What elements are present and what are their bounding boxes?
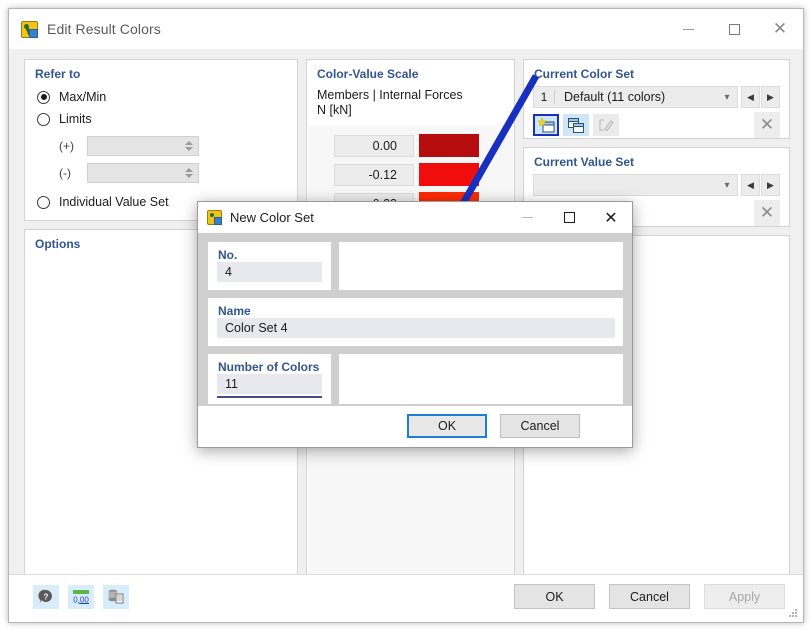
ok-button[interactable]: OK	[514, 584, 595, 609]
color-set-name: Default (11 colors)	[564, 90, 666, 104]
refer-to-panel: Refer to Max/Min Limits (+) (-) Individu…	[24, 59, 298, 221]
scale-color-swatch-0[interactable]	[419, 134, 479, 157]
dialog-name-label: Name	[218, 304, 251, 318]
dialog-no-group: No. 4	[207, 241, 332, 291]
limit-positive-input[interactable]	[87, 136, 199, 156]
dialog-title-bar: New Color Set ✕	[198, 202, 632, 233]
dialog-no-description-field[interactable]	[338, 241, 624, 291]
resize-grip[interactable]	[788, 608, 798, 618]
refer-to-title: Refer to	[35, 67, 81, 81]
dialog-body: No. 4 Name Color Set 4 Number of Colors …	[198, 233, 632, 406]
dialog-minimize-button[interactable]	[506, 202, 548, 233]
apply-button: Apply	[704, 584, 785, 609]
scale-value-input-1[interactable]: -0.12	[334, 163, 414, 186]
scale-value-input-0[interactable]: 0.00	[334, 134, 414, 157]
radio-limits-label: Limits	[59, 112, 92, 126]
dialog-no-input[interactable]: 4	[217, 262, 322, 282]
help-icon[interactable]: ?	[33, 585, 59, 609]
value-set-next-button[interactable]: ▶	[761, 174, 780, 196]
limit-negative-input[interactable]	[87, 163, 199, 183]
value-set-prev-button[interactable]: ◀	[741, 174, 760, 196]
app-icon	[207, 210, 222, 225]
scale-row: 0.00	[334, 134, 479, 157]
dialog-ok-button[interactable]: OK	[407, 414, 487, 438]
dialog-footer: OK Cancel	[198, 406, 632, 447]
window-title-bar: Edit Result Colors ✕	[9, 9, 803, 49]
dialog-name-input[interactable]: Color Set 4	[217, 318, 615, 338]
close-icon: ✕	[759, 115, 775, 134]
dialog-number-of-colors-underline	[217, 396, 322, 398]
dialog-name-group: Name Color Set 4	[207, 297, 624, 347]
radio-limits-icon	[37, 112, 50, 126]
radio-max-min-icon	[37, 90, 50, 104]
bottom-bar: ? 0,00 OK Cancel Apply	[9, 574, 803, 622]
current-value-set-title: Current Value Set	[534, 155, 635, 169]
cancel-button[interactable]: Cancel	[609, 584, 690, 609]
delete-color-set-button[interactable]: ✕	[754, 112, 780, 138]
minimize-icon	[521, 217, 533, 218]
dialog-number-of-colors-input[interactable]: 11	[217, 374, 322, 394]
svg-text:?: ?	[44, 593, 49, 602]
new-color-set-dialog: New Color Set ✕ No. 4 Name Color Set 4 N…	[197, 201, 633, 448]
database-copy-icon[interactable]	[103, 585, 129, 609]
current-color-set-title: Current Color Set	[534, 67, 635, 81]
scale-subtitle-line2: N [kN]	[317, 103, 352, 117]
color-set-number: 1	[540, 90, 548, 104]
units-icon[interactable]: 0,00	[68, 585, 94, 609]
maximize-icon	[563, 212, 575, 223]
dialog-maximize-button[interactable]	[548, 202, 590, 233]
maximize-icon	[728, 23, 740, 35]
close-icon: ✕	[772, 18, 788, 39]
limit-negative-row: (-)	[59, 163, 199, 183]
window-controls: ✕	[665, 9, 803, 49]
edit-color-set-icon	[593, 114, 619, 136]
dialog-no-label: No.	[218, 248, 238, 262]
dialog-number-of-colors-group: Number of Colors 11	[207, 353, 332, 405]
color-value-scale-title: Color-Value Scale	[317, 67, 419, 81]
dialog-title: New Color Set	[230, 210, 314, 225]
limit-positive-row: (+)	[59, 136, 199, 156]
dialog-number-of-colors-label: Number of Colors	[218, 360, 320, 374]
close-button[interactable]: ✕	[757, 9, 803, 49]
scale-subtitle-line1: Members | Internal Forces	[317, 88, 463, 102]
limit-negative-label: (-)	[59, 166, 71, 180]
chevron-down-icon[interactable]: ▾	[717, 92, 737, 103]
app-icon	[20, 20, 38, 38]
chevron-down-icon[interactable]: ▾	[717, 180, 737, 191]
options-title: Options	[35, 237, 81, 251]
radio-max-min[interactable]: Max/Min	[37, 90, 106, 104]
current-color-set-panel: Current Color Set 1 Default (11 colors) …	[523, 59, 790, 139]
copy-color-set-icon[interactable]	[563, 114, 589, 136]
dialog-close-button[interactable]: ✕	[590, 202, 632, 233]
color-set-next-button[interactable]: ▶	[761, 86, 780, 108]
new-color-set-icon[interactable]	[533, 114, 559, 136]
close-icon: ✕	[604, 208, 618, 227]
scale-row: -0.12	[334, 163, 479, 186]
radio-individual-value-set-label: Individual Value Set	[59, 195, 169, 209]
limit-positive-label: (+)	[59, 139, 74, 153]
scale-color-swatch-1[interactable]	[419, 163, 479, 186]
edit-result-colors-window: Edit Result Colors ✕ Refer to Max/Min Li…	[8, 8, 804, 623]
window-title: Edit Result Colors	[47, 21, 161, 37]
color-set-combo[interactable]: 1 Default (11 colors) ▾	[533, 86, 738, 108]
dialog-number-of-colors-description-field[interactable]	[338, 353, 624, 405]
close-icon: ✕	[759, 203, 775, 222]
maximize-button[interactable]	[711, 9, 757, 49]
radio-limits[interactable]: Limits	[37, 112, 92, 126]
radio-individual-value-set-icon	[37, 195, 50, 209]
radio-individual-value-set[interactable]: Individual Value Set	[37, 195, 169, 209]
minimize-button[interactable]	[665, 9, 711, 49]
scale-subtitle: Members | Internal Forces N [kN]	[317, 88, 463, 118]
delete-value-set-button[interactable]: ✕	[754, 200, 780, 226]
dialog-cancel-button[interactable]: Cancel	[500, 414, 580, 438]
color-set-prev-button[interactable]: ◀	[741, 86, 760, 108]
minimize-icon	[682, 28, 694, 30]
radio-max-min-label: Max/Min	[59, 90, 107, 104]
dialog-window-controls: ✕	[506, 202, 632, 233]
value-set-combo[interactable]: ▾	[533, 174, 738, 196]
